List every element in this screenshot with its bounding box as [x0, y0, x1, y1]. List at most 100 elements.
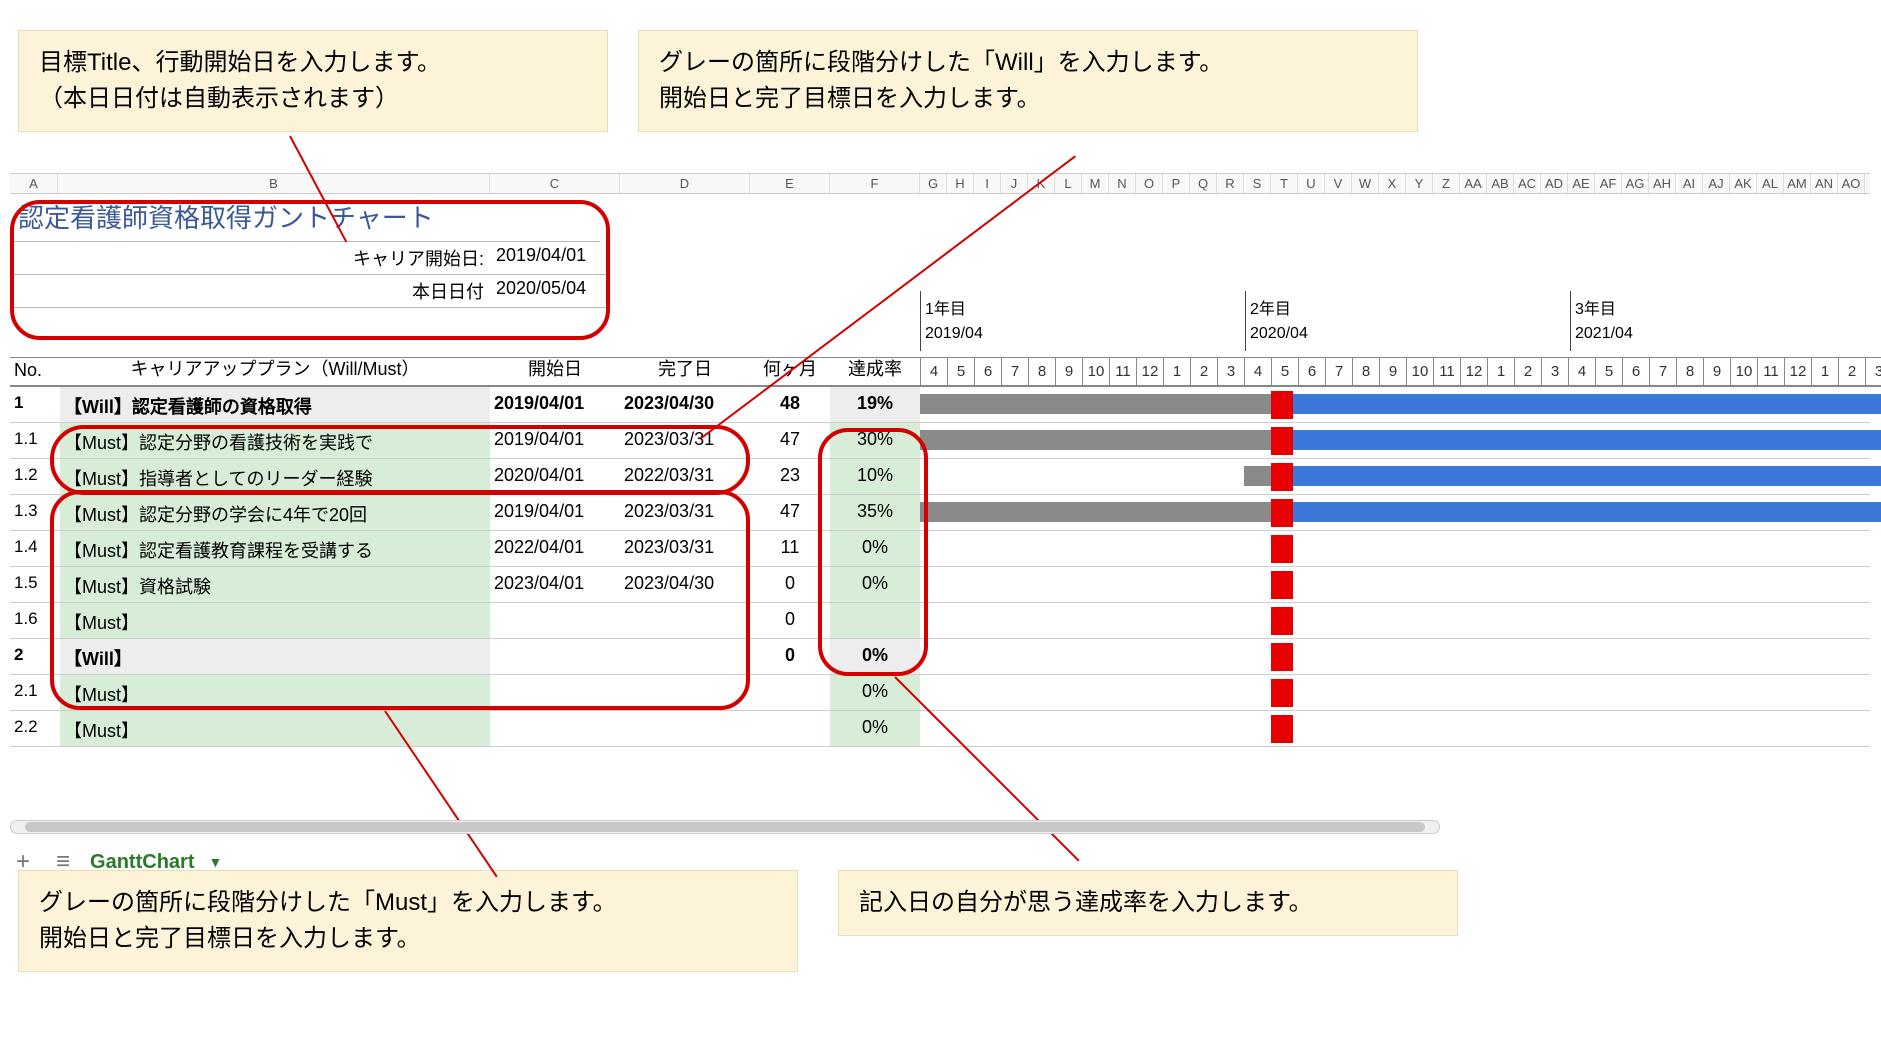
- all-sheets-icon[interactable]: ≡: [50, 848, 76, 876]
- cell-end[interactable]: 2023/03/31: [620, 423, 750, 458]
- column-header[interactable]: P: [1163, 174, 1190, 193]
- cell-plan[interactable]: 【Must】認定分野の学会に4年で20回: [60, 495, 490, 530]
- column-header[interactable]: V: [1325, 174, 1352, 193]
- cell-months: 11: [750, 531, 830, 566]
- column-header[interactable]: AJ: [1703, 174, 1730, 193]
- cell-end[interactable]: [620, 603, 750, 638]
- column-header[interactable]: H: [947, 174, 974, 193]
- column-header[interactable]: M: [1082, 174, 1109, 193]
- cell-plan[interactable]: 【Must】: [60, 603, 490, 638]
- table-row[interactable]: 1.2【Must】指導者としてのリーダー経験2020/04/012022/03/…: [10, 459, 1870, 495]
- cell-start[interactable]: [490, 711, 620, 746]
- cell-plan[interactable]: 【Will】認定看護師の資格取得: [60, 387, 490, 422]
- table-row[interactable]: 2.2【Must】0%: [10, 711, 1870, 747]
- cell-start[interactable]: 2019/04/01: [490, 387, 620, 422]
- table-row[interactable]: 1【Will】認定看護師の資格取得2019/04/012023/04/30481…: [10, 387, 1870, 423]
- table-row[interactable]: 1.6【Must】0: [10, 603, 1870, 639]
- column-header[interactable]: AM: [1784, 174, 1811, 193]
- cell-plan[interactable]: 【Must】認定分野の看護技術を実践で: [60, 423, 490, 458]
- column-header[interactable]: N: [1109, 174, 1136, 193]
- cell-end[interactable]: 2023/03/31: [620, 495, 750, 530]
- cell-end[interactable]: 2023/04/30: [620, 567, 750, 602]
- column-header[interactable]: AG: [1622, 174, 1649, 193]
- column-header[interactable]: E: [750, 174, 830, 193]
- column-header[interactable]: AF: [1595, 174, 1622, 193]
- cell-start[interactable]: [490, 603, 620, 638]
- column-header[interactable]: AK: [1730, 174, 1757, 193]
- cell-plan[interactable]: 【Will】: [60, 639, 490, 674]
- column-header[interactable]: AO: [1838, 174, 1865, 193]
- column-header[interactable]: AE: [1568, 174, 1595, 193]
- column-header[interactable]: AA: [1460, 174, 1487, 193]
- cell-rate[interactable]: 10%: [830, 459, 920, 494]
- cell-rate[interactable]: 0%: [830, 531, 920, 566]
- cell-plan[interactable]: 【Must】認定看護教育課程を受講する: [60, 531, 490, 566]
- cell-rate[interactable]: 0%: [830, 711, 920, 746]
- column-header[interactable]: I: [974, 174, 1001, 193]
- column-header[interactable]: R: [1217, 174, 1244, 193]
- scrollbar-thumb[interactable]: [25, 822, 1425, 832]
- career-start-value[interactable]: 2019/04/01: [490, 242, 610, 275]
- cell-rate[interactable]: 35%: [830, 495, 920, 530]
- table-row[interactable]: 2.1【Must】0%: [10, 675, 1870, 711]
- add-sheet-icon[interactable]: +: [10, 848, 36, 876]
- page-title[interactable]: 認定看護師資格取得ガントチャート: [10, 194, 600, 242]
- column-header[interactable]: D: [620, 174, 750, 193]
- horizontal-scrollbar[interactable]: [10, 820, 1440, 834]
- table-row[interactable]: 1.3【Must】認定分野の学会に4年で20回2019/04/012023/03…: [10, 495, 1870, 531]
- column-header[interactable]: K: [1028, 174, 1055, 193]
- column-header[interactable]: AN: [1811, 174, 1838, 193]
- cell-start[interactable]: [490, 675, 620, 710]
- month-cell: 9: [1379, 358, 1406, 385]
- sheet-tab[interactable]: GanttChart: [90, 851, 194, 874]
- cell-start[interactable]: 2019/04/01: [490, 495, 620, 530]
- column-header[interactable]: X: [1379, 174, 1406, 193]
- column-header[interactable]: W: [1352, 174, 1379, 193]
- column-header[interactable]: Z: [1433, 174, 1460, 193]
- cell-rate[interactable]: 30%: [830, 423, 920, 458]
- column-header[interactable]: T: [1271, 174, 1298, 193]
- column-header[interactable]: J: [1001, 174, 1028, 193]
- table-row[interactable]: 1.5【Must】資格試験2023/04/012023/04/3000%: [10, 567, 1870, 603]
- cell-plan[interactable]: 【Must】: [60, 675, 490, 710]
- cell-end[interactable]: [620, 639, 750, 674]
- cell-start[interactable]: [490, 639, 620, 674]
- cell-end[interactable]: [620, 711, 750, 746]
- column-header[interactable]: G: [920, 174, 947, 193]
- column-header[interactable]: AC: [1514, 174, 1541, 193]
- column-header[interactable]: S: [1244, 174, 1271, 193]
- cell-rate[interactable]: 0%: [830, 675, 920, 710]
- column-header[interactable]: Y: [1406, 174, 1433, 193]
- cell-plan[interactable]: 【Must】資格試験: [60, 567, 490, 602]
- column-header[interactable]: AD: [1541, 174, 1568, 193]
- cell-start[interactable]: 2022/04/01: [490, 531, 620, 566]
- cell-start[interactable]: 2019/04/01: [490, 423, 620, 458]
- cell-end[interactable]: 2022/03/31: [620, 459, 750, 494]
- cell-plan[interactable]: 【Must】: [60, 711, 490, 746]
- column-header[interactable]: U: [1298, 174, 1325, 193]
- column-header[interactable]: L: [1055, 174, 1082, 193]
- cell-rate[interactable]: 0%: [830, 639, 920, 674]
- column-header[interactable]: B: [58, 174, 490, 193]
- cell-end[interactable]: [620, 675, 750, 710]
- column-header[interactable]: C: [490, 174, 620, 193]
- cell-end[interactable]: 2023/03/31: [620, 531, 750, 566]
- column-header[interactable]: A: [10, 174, 58, 193]
- sheet-tab-menu-icon[interactable]: ▼: [208, 854, 222, 870]
- cell-start[interactable]: 2023/04/01: [490, 567, 620, 602]
- column-header[interactable]: F: [830, 174, 920, 193]
- table-row[interactable]: 2【Will】00%: [10, 639, 1870, 675]
- column-header[interactable]: AL: [1757, 174, 1784, 193]
- column-header[interactable]: AI: [1676, 174, 1703, 193]
- cell-rate[interactable]: [830, 603, 920, 638]
- cell-plan[interactable]: 【Must】指導者としてのリーダー経験: [60, 459, 490, 494]
- cell-start[interactable]: 2020/04/01: [490, 459, 620, 494]
- cell-rate[interactable]: 19%: [830, 387, 920, 422]
- table-row[interactable]: 1.1【Must】認定分野の看護技術を実践で2019/04/012023/03/…: [10, 423, 1870, 459]
- cell-rate[interactable]: 0%: [830, 567, 920, 602]
- column-header[interactable]: AB: [1487, 174, 1514, 193]
- column-header[interactable]: O: [1136, 174, 1163, 193]
- table-row[interactable]: 1.4【Must】認定看護教育課程を受講する2022/04/012023/03/…: [10, 531, 1870, 567]
- column-header[interactable]: Q: [1190, 174, 1217, 193]
- column-header[interactable]: AH: [1649, 174, 1676, 193]
